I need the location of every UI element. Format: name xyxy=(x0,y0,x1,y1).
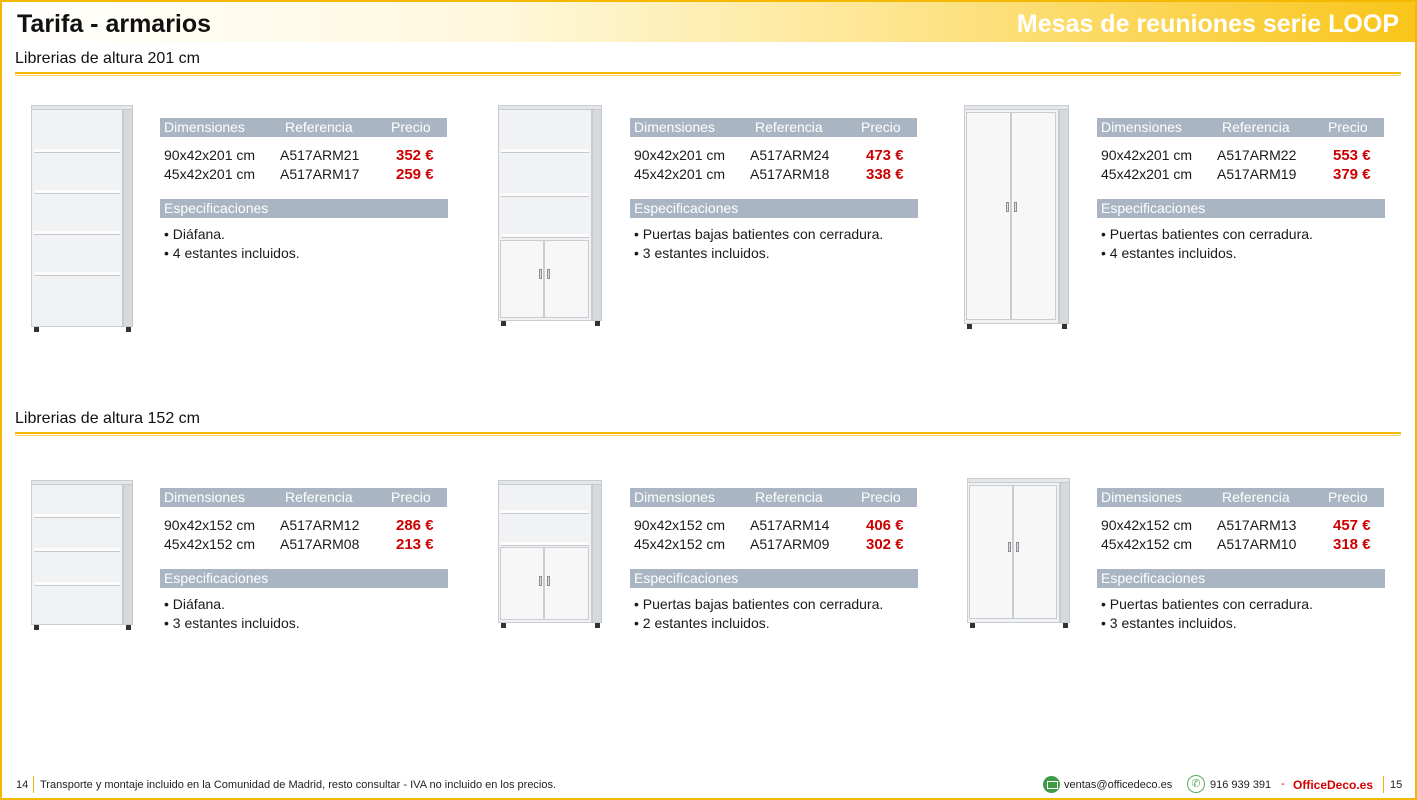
header-bar: Tarifa - armarios Mesas de reuniones ser… xyxy=(2,2,1415,42)
section-title-201: Librerias de altura 201 cm xyxy=(15,50,200,67)
low-door-bookcase-image xyxy=(498,105,602,326)
page-title: Tarifa - armarios xyxy=(17,10,212,38)
price-table-header: Dimensiones Referencia Precio xyxy=(1097,118,1384,137)
price-table-header: Dimensiones Referencia Precio xyxy=(160,118,447,137)
series-title: Mesas de reuniones serie LOOP xyxy=(1016,10,1399,38)
open-bookcase-image xyxy=(31,105,133,332)
spec-item: • 2 estantes incluidos. xyxy=(634,615,770,631)
spec-item: • 4 estantes incluidos. xyxy=(164,245,300,261)
spec-item: • 4 estantes incluidos. xyxy=(1101,245,1237,261)
price-table-header: Dimensiones Referencia Precio xyxy=(630,118,917,137)
price-row: 45x42x201 cm A517ARM18 338 € xyxy=(634,166,904,183)
spec-item: • 3 estantes incluidos. xyxy=(1101,615,1237,631)
phone-icon: ✆ xyxy=(1187,775,1205,793)
page-number-left: 14 xyxy=(16,779,29,791)
price-table-header: Dimensiones Referencia Precio xyxy=(1097,488,1384,507)
footer-separator: - xyxy=(1281,778,1285,790)
full-door-cabinet-image xyxy=(967,478,1070,628)
spec-item: • Puertas batientes con cerradura. xyxy=(1101,596,1313,612)
product-card: Dimensiones Referencia Precio 90x42x152 … xyxy=(470,480,940,728)
price-row: 45x42x201 cm A517ARM19 379 € xyxy=(1101,166,1371,183)
spec-item: • Puertas batientes con cerradura. xyxy=(1101,226,1313,242)
footer-divider xyxy=(33,776,34,793)
product-card: Dimensiones Referencia Precio 90x42x201 … xyxy=(470,105,940,358)
specs-header: Especificaciones xyxy=(630,199,918,218)
product-card: Dimensiones Referencia Precio 90x42x201 … xyxy=(937,105,1407,358)
specs-header: Especificaciones xyxy=(160,199,448,218)
spec-item: • Diáfana. xyxy=(164,596,225,612)
section-divider xyxy=(15,72,1401,76)
specs-header: Especificaciones xyxy=(1097,199,1385,218)
price-table-header: Dimensiones Referencia Precio xyxy=(160,488,447,507)
specs-header: Especificaciones xyxy=(1097,569,1385,588)
price-row: 90x42x201 cm A517ARM24 473 € xyxy=(634,147,904,164)
email-link[interactable]: ventas@officedeco.es xyxy=(1064,779,1172,791)
price-row: 90x42x152 cm A517ARM13 457 € xyxy=(1101,517,1371,534)
spec-item: • 3 estantes incluidos. xyxy=(634,245,770,261)
specs-header: Especificaciones xyxy=(630,569,918,588)
footer: 14 Transporte y montaje incluido en la C… xyxy=(0,772,1417,798)
phone-number[interactable]: 916 939 391 xyxy=(1210,779,1271,791)
price-row: 90x42x201 cm A517ARM22 553 € xyxy=(1101,147,1371,164)
price-row: 45x42x201 cm A517ARM17 259 € xyxy=(164,166,434,183)
price-row: 90x42x152 cm A517ARM14 406 € xyxy=(634,517,904,534)
open-bookcase-image xyxy=(31,480,133,630)
full-door-cabinet-image xyxy=(964,105,1069,329)
low-door-bookcase-image xyxy=(498,480,602,628)
price-row: 45x42x152 cm A517ARM09 302 € xyxy=(634,536,904,553)
section-title-152: Librerias de altura 152 cm xyxy=(15,410,200,427)
price-row: 90x42x152 cm A517ARM12 286 € xyxy=(164,517,434,534)
spec-item: • Puertas bajas batientes con cerradura. xyxy=(634,596,884,612)
email-icon xyxy=(1043,776,1060,793)
page-number-right: 15 xyxy=(1390,779,1403,791)
product-card: Dimensiones Referencia Precio 90x42x201 … xyxy=(0,105,470,358)
spec-item: • Diáfana. xyxy=(164,226,225,242)
product-card: Dimensiones Referencia Precio 90x42x152 … xyxy=(937,478,1407,728)
product-card: Dimensiones Referencia Precio 90x42x152 … xyxy=(0,480,470,728)
brand-link[interactable]: OfficeDeco.es xyxy=(1293,778,1373,792)
price-table-header: Dimensiones Referencia Precio xyxy=(630,488,917,507)
footer-disclaimer: Transporte y montaje incluido en la Comu… xyxy=(40,779,557,791)
footer-divider xyxy=(1383,776,1384,793)
section-divider xyxy=(15,432,1401,436)
spec-item: • Puertas bajas batientes con cerradura. xyxy=(634,226,884,242)
specs-header: Especificaciones xyxy=(160,569,448,588)
price-row: 90x42x201 cm A517ARM21 352 € xyxy=(164,147,434,164)
price-row: 45x42x152 cm A517ARM10 318 € xyxy=(1101,536,1371,553)
price-row: 45x42x152 cm A517ARM08 213 € xyxy=(164,536,434,553)
spec-item: • 3 estantes incluidos. xyxy=(164,615,300,631)
